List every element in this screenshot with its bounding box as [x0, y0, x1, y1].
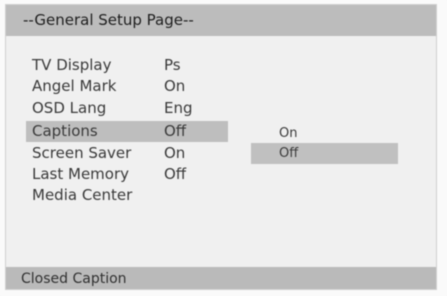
menu-item-screen-saver[interactable]: Screen Saver On — [26, 143, 228, 164]
menu-item-label: Captions — [32, 122, 98, 140]
dvd-setup-screen: --General Setup Page-- TV Display Ps Ang… — [0, 0, 447, 296]
menu-item-label: Media Center — [32, 186, 133, 204]
menu-item-value: On — [164, 144, 186, 162]
menu-item-value: Eng — [164, 99, 193, 117]
option-label: Off — [279, 146, 299, 161]
option-label: On — [279, 126, 298, 141]
menu-item-label: OSD Lang — [32, 99, 107, 117]
menu-item-media-center[interactable]: Media Center — [26, 185, 228, 206]
setup-menu-panel: --General Setup Page-- TV Display Ps Ang… — [5, 4, 437, 290]
menu-item-label: TV Display — [32, 56, 112, 74]
menu-item-value: Ps — [164, 56, 181, 74]
menu-item-captions[interactable]: Captions Off — [26, 121, 228, 142]
menu-item-last-memory[interactable]: Last Memory Off — [26, 164, 228, 185]
option-on[interactable]: On — [251, 123, 398, 144]
menu-item-tv-display[interactable]: TV Display Ps — [26, 55, 228, 76]
menu-item-label: Last Memory — [32, 165, 130, 183]
option-off[interactable]: Off — [251, 143, 398, 164]
page-title: --General Setup Page-- — [6, 5, 436, 36]
menu-item-angel-mark[interactable]: Angel Mark On — [26, 76, 228, 97]
menu-item-label: Angel Mark — [32, 77, 117, 95]
menu-item-value: Off — [164, 165, 187, 183]
menu-item-osd-lang[interactable]: OSD Lang Eng — [26, 98, 228, 119]
status-bar: Closed Caption — [6, 267, 436, 289]
menu-item-label: Screen Saver — [32, 144, 132, 162]
menu-item-value: Off — [164, 122, 187, 140]
menu-item-value: On — [164, 77, 186, 95]
